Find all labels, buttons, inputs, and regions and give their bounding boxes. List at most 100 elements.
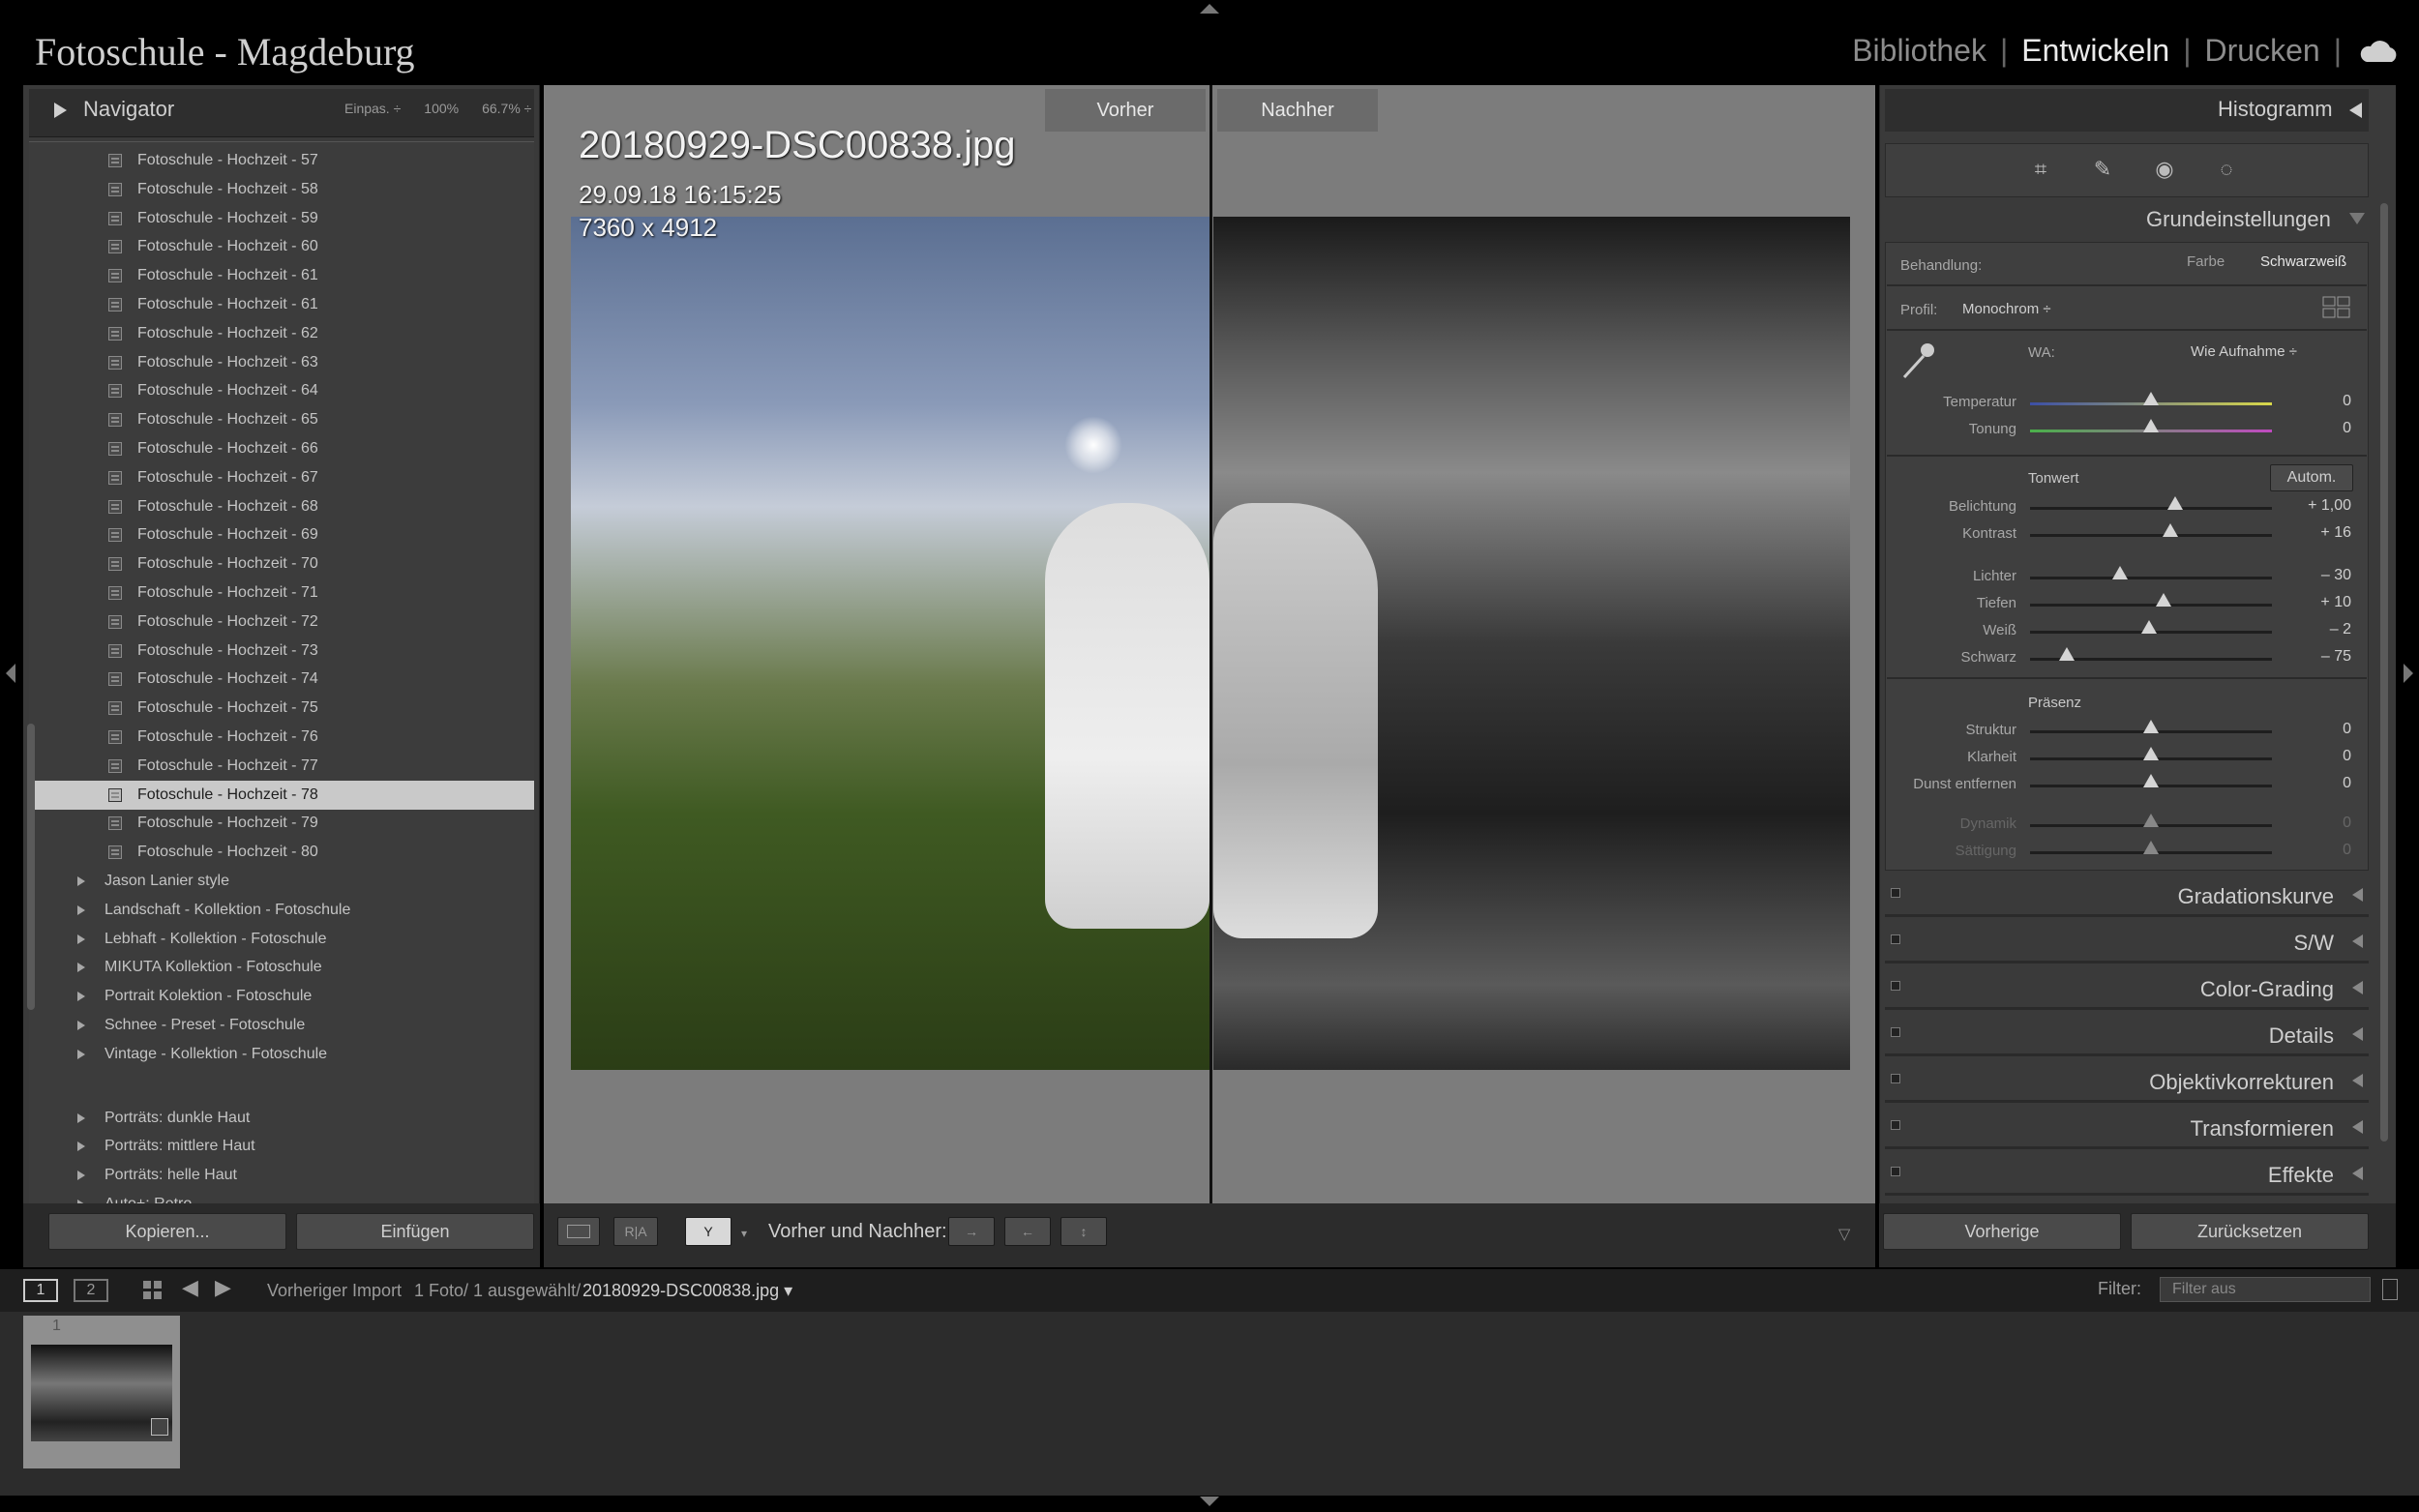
preset-folder[interactable]: Vintage - Kollektion - Fotoschule	[29, 1040, 534, 1069]
filter-lock-icon[interactable]	[2382, 1279, 2398, 1300]
panel-expand-icon[interactable]	[2352, 1027, 2363, 1041]
module-print[interactable]: Drucken	[2192, 33, 2334, 69]
masking-tool-icon[interactable]: ◌	[2214, 157, 2239, 182]
copy-button[interactable]: Kopieren...	[48, 1213, 286, 1250]
folder-expand-icon[interactable]	[77, 1049, 85, 1059]
zoom-custom-option[interactable]: 66.7% ÷	[482, 101, 531, 116]
navigator-expand-icon[interactable]	[54, 103, 67, 118]
preset-folder[interactable]: MIKUTA Kollektion - Fotoschule	[29, 953, 534, 982]
toolbar-options-icon[interactable]: ▽	[1838, 1225, 1850, 1244]
histogram-expand-icon[interactable]	[2349, 103, 2362, 118]
panel-toggle-switch[interactable]	[1891, 981, 1900, 991]
filmstrip-toggle-icon[interactable]	[1200, 1497, 1219, 1506]
preset-item[interactable]: Fotoschule - Hochzeit - 71	[29, 578, 534, 608]
before-after-ra-button[interactable]: R|A	[613, 1217, 658, 1246]
filter-select[interactable]: Filter aus	[2160, 1277, 2371, 1302]
preset-folder[interactable]: Porträts: mittlere Haut	[29, 1132, 534, 1161]
module-library[interactable]: Bibliothek	[1838, 33, 2000, 69]
second-window-button[interactable]: 2	[74, 1279, 108, 1302]
panel-toggle-switch[interactable]	[1891, 1027, 1900, 1037]
preset-item[interactable]: Fotoschule - Hochzeit - 63	[29, 348, 534, 377]
left-panel-toggle-icon[interactable]	[6, 664, 15, 683]
preset-item[interactable]: Fotoschule - Hochzeit - 80	[29, 838, 534, 867]
preset-folder[interactable]: Porträts: helle Haut	[29, 1161, 534, 1190]
zoom-fit-option[interactable]: Einpas. ÷	[344, 101, 401, 116]
panel-header[interactable]: S/W	[1885, 921, 2369, 964]
preset-folder[interactable]: Auto+: Retro	[29, 1190, 534, 1203]
folder-expand-icon[interactable]	[77, 1021, 85, 1030]
slider-track[interactable]	[2030, 577, 2272, 579]
slider-value[interactable]: 0	[2293, 775, 2351, 792]
preset-folder[interactable]: Landschaft - Kollektion - Fotoschule	[29, 896, 534, 925]
split-view-button[interactable]: Y	[685, 1217, 732, 1246]
panel-header[interactable]: Details	[1885, 1014, 2369, 1056]
slider-thumb[interactable]	[2143, 419, 2159, 432]
slider-value[interactable]: – 30	[2293, 567, 2351, 584]
source-label[interactable]: Vorheriger Import	[267, 1281, 402, 1301]
preset-item[interactable]: Fotoschule - Hochzeit - 60	[29, 232, 534, 261]
panel-header[interactable]: Effekte	[1885, 1153, 2369, 1196]
forward-arrow-icon[interactable]: ▶	[215, 1275, 231, 1300]
cloud-icon[interactable]	[2357, 39, 2400, 64]
preset-item[interactable]: Fotoschule - Hochzeit - 72	[29, 608, 534, 637]
panel-header[interactable]: Gradationskurve	[1885, 875, 2369, 917]
preset-folder[interactable]: Jason Lanier style	[29, 867, 534, 896]
preset-item[interactable]: Fotoschule - Hochzeit - 59	[29, 204, 534, 233]
preset-item[interactable]: Fotoschule - Hochzeit - 68	[29, 492, 534, 521]
preset-item[interactable]: Fotoschule - Hochzeit - 61	[29, 290, 534, 319]
slider-track[interactable]	[2030, 507, 2272, 510]
panel-header[interactable]: Transformieren	[1885, 1107, 2369, 1149]
preset-item[interactable]: Fotoschule - Hochzeit - 78	[29, 780, 534, 810]
module-develop[interactable]: Entwickeln	[2008, 33, 2183, 69]
panel-header[interactable]: Color-Grading	[1885, 967, 2369, 1010]
back-arrow-icon[interactable]: ◀	[182, 1275, 198, 1300]
preset-item[interactable]: Fotoschule - Hochzeit - 79	[29, 809, 534, 838]
slider-thumb[interactable]	[2140, 620, 2157, 634]
panel-expand-icon[interactable]	[2352, 981, 2363, 994]
wb-eyedropper-icon[interactable]	[1900, 339, 1935, 381]
preset-item[interactable]: Fotoschule - Hochzeit - 61	[29, 261, 534, 290]
zoom-100-option[interactable]: 100%	[424, 101, 459, 116]
paste-button[interactable]: Einfügen	[296, 1213, 534, 1250]
folder-expand-icon[interactable]	[77, 1112, 85, 1123]
auto-tone-button[interactable]: Autom.	[2270, 464, 2353, 491]
panel-toggle-switch[interactable]	[1891, 1074, 1900, 1083]
slider-value[interactable]: 0	[2293, 721, 2351, 738]
slider-thumb[interactable]	[2143, 814, 2159, 827]
panel-toggle-switch[interactable]	[1891, 1167, 1900, 1176]
copy-after-to-before-button[interactable]: ←	[1004, 1217, 1051, 1246]
folder-expand-icon[interactable]	[77, 1141, 85, 1152]
panel-header[interactable]: Objektivkorrekturen	[1885, 1060, 2369, 1103]
panel-expand-icon[interactable]	[2352, 1167, 2363, 1180]
slider-thumb[interactable]	[2143, 720, 2159, 733]
preset-item[interactable]: Fotoschule - Hochzeit - 69	[29, 520, 534, 549]
slider-value[interactable]: 0	[2293, 815, 2351, 832]
folder-expand-icon[interactable]	[77, 876, 85, 886]
swap-before-after-button[interactable]: ↕	[1060, 1217, 1107, 1246]
preset-folder[interactable]: Portrait Kolektion - Fotoschule	[29, 982, 534, 1011]
preset-item[interactable]: Fotoschule - Hochzeit - 77	[29, 752, 534, 781]
slider-value[interactable]: – 75	[2293, 648, 2351, 666]
crop-tool-icon[interactable]: ⌗	[2028, 157, 2053, 182]
preset-folder[interactable]: Lebhaft - Kollektion - Fotoschule	[29, 925, 534, 954]
treatment-bw-option[interactable]: Schwarzweiß	[2260, 253, 2346, 270]
copy-before-to-after-button[interactable]: →	[948, 1217, 995, 1246]
panel-expand-icon[interactable]	[2352, 1074, 2363, 1087]
red-eye-tool-icon[interactable]: ◉	[2152, 157, 2177, 182]
slider-thumb[interactable]	[2143, 392, 2159, 405]
preset-item[interactable]: Fotoschule - Hochzeit - 58	[29, 175, 534, 204]
preset-item[interactable]: Fotoschule - Hochzeit - 66	[29, 434, 534, 463]
slider-track[interactable]	[2030, 604, 2272, 607]
main-window-button[interactable]: 1	[23, 1279, 58, 1302]
reset-button[interactable]: Zurücksetzen	[2131, 1213, 2369, 1250]
slider-value[interactable]: 0	[2293, 748, 2351, 765]
left-scrollbar[interactable]	[27, 724, 35, 1010]
folder-expand-icon[interactable]	[77, 992, 85, 1002]
slider-value[interactable]: + 10	[2293, 594, 2351, 611]
slider-value[interactable]: – 2	[2293, 621, 2351, 638]
slider-value[interactable]: 0	[2293, 842, 2351, 859]
treatment-color-option[interactable]: Farbe	[2187, 253, 2225, 270]
healing-brush-icon[interactable]: ✎	[2090, 157, 2115, 182]
slider-thumb[interactable]	[2163, 523, 2178, 537]
preset-item[interactable]: Fotoschule - Hochzeit - 70	[29, 549, 534, 578]
